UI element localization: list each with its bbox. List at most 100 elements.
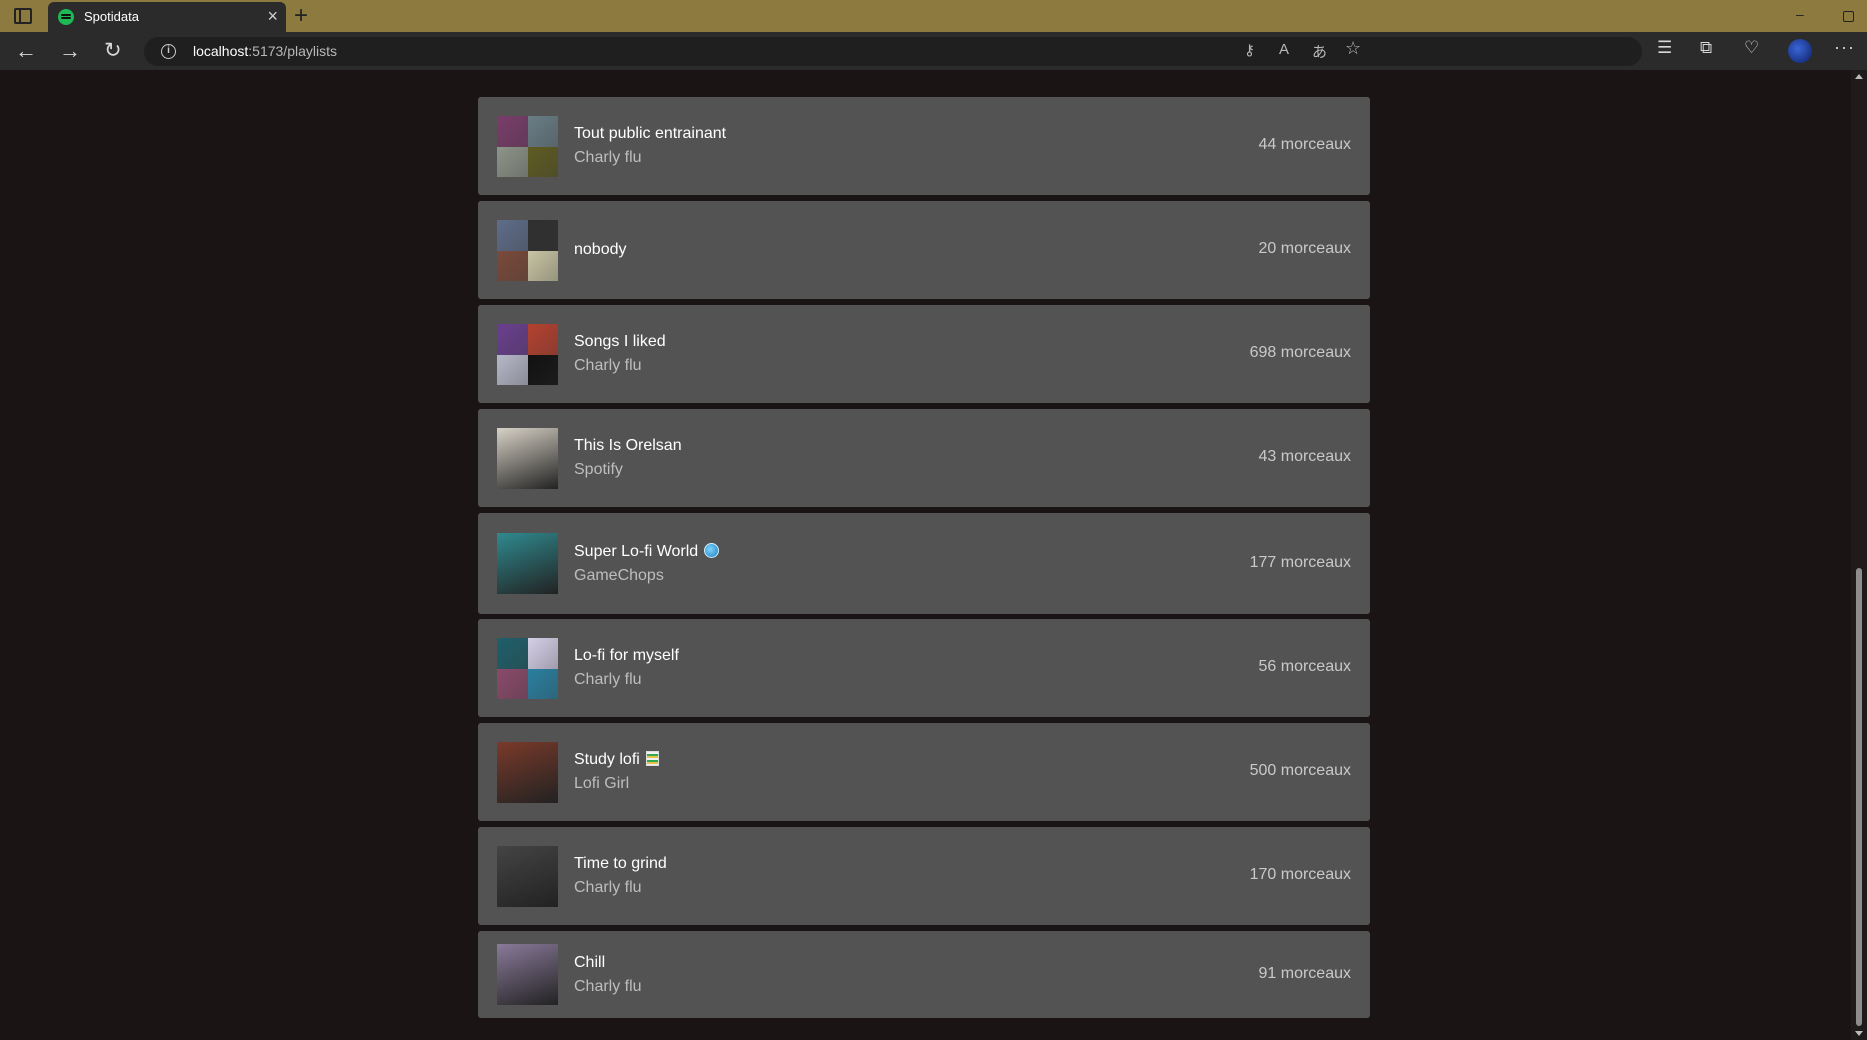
- playlist-info: Study lofi Lofi Girl: [574, 749, 659, 795]
- playlist-card[interactable]: Chill Charly flu 91 morceaux: [478, 931, 1370, 1018]
- browser-tab[interactable]: Spotidata ×: [48, 2, 286, 32]
- playlist-card[interactable]: This Is Orelsan Spotify 43 morceaux: [478, 409, 1370, 507]
- playlist-card[interactable]: Time to grind Charly flu 170 morceaux: [478, 827, 1370, 925]
- playlist-card[interactable]: Lo-fi for myself Charly flu 56 morceaux: [478, 619, 1370, 717]
- tab-close-icon[interactable]: ×: [267, 6, 278, 26]
- cover-tile: [527, 250, 558, 281]
- reload-button[interactable]: ↻: [104, 38, 122, 64]
- globe-emoji-icon: [704, 543, 720, 558]
- back-button[interactable]: ←: [15, 38, 37, 64]
- playlist-name[interactable]: This Is Orelsan: [574, 435, 682, 457]
- playlist-info: Super Lo-fi World GameChops: [574, 541, 720, 587]
- url-path: :5173/playlists: [248, 43, 337, 59]
- new-tab-button[interactable]: +: [294, 3, 308, 29]
- profile-avatar[interactable]: [1788, 39, 1812, 63]
- playlist-name[interactable]: Songs I liked: [574, 331, 666, 353]
- books-emoji-icon: [645, 751, 659, 766]
- playlist-cover-image: [497, 428, 558, 489]
- playlist-name-text: nobody: [574, 241, 627, 258]
- favorite-star-icon[interactable]: ☆: [1345, 38, 1361, 59]
- restore-button[interactable]: [1843, 11, 1854, 22]
- playlist-card[interactable]: Super Lo-fi World GameChops 177 morceaux: [478, 513, 1370, 614]
- playlist-owner: GameChops: [574, 567, 664, 584]
- playlist-info: Chill Charly flu: [574, 952, 642, 998]
- playlist-track-count: 56 morceaux: [1258, 658, 1352, 675]
- playlist-info: Lo-fi for myself Charly flu: [574, 645, 679, 691]
- playlist-name[interactable]: Chill: [574, 952, 642, 974]
- playlist-owner: Spotify: [574, 461, 623, 478]
- playlist-name[interactable]: Study lofi: [574, 749, 659, 771]
- playlist-owner: Lofi Girl: [574, 775, 630, 792]
- playlist-cover-image: [497, 638, 558, 699]
- playlist-cover-image: [497, 742, 558, 803]
- page-scrollbar[interactable]: [1851, 70, 1867, 1040]
- cover-tile: [527, 638, 558, 669]
- cover-tile: [497, 324, 528, 355]
- playlist-info: nobody: [574, 239, 627, 261]
- browser-toolbar: ← → ↻ i localhost:5173/playlists ⚷ A あ ☆…: [0, 32, 1867, 70]
- playlist-card[interactable]: nobody 20 morceaux: [478, 201, 1370, 299]
- tab-title: Spotidata: [84, 9, 139, 24]
- playlist-name-text: Lo-fi for myself: [574, 647, 679, 664]
- address-bar[interactable]: i localhost:5173/playlists ⚷ A あ ☆: [144, 37, 1642, 66]
- cover-tile: [527, 220, 558, 251]
- cover-tile: [527, 324, 558, 355]
- playlist-cover-image: [497, 533, 558, 594]
- cover-tile: [497, 116, 528, 147]
- playlist-name-text: Chill: [574, 954, 606, 971]
- playlist-name-text: Songs I liked: [574, 333, 666, 350]
- playlist-track-count: 170 morceaux: [1249, 866, 1351, 883]
- playlist-owner: Charly flu: [574, 978, 642, 995]
- cover-tile: [497, 354, 528, 385]
- playlist-name[interactable]: Lo-fi for myself: [574, 645, 679, 667]
- playlist-owner: Charly flu: [574, 879, 642, 896]
- playlist-owner: Charly flu: [574, 357, 642, 374]
- playlist-info: Time to grind Charly flu: [574, 853, 667, 899]
- performance-icon[interactable]: ♡: [1744, 38, 1759, 58]
- password-key-icon[interactable]: ⚷: [1244, 41, 1255, 59]
- browser-title-bar: Spotidata × + –: [0, 0, 1867, 32]
- playlist-name[interactable]: Time to grind: [574, 853, 667, 875]
- cover-tile: [497, 668, 528, 699]
- read-aloud-icon[interactable]: A: [1279, 41, 1289, 58]
- more-menu-icon[interactable]: ···: [1834, 37, 1855, 58]
- playlist-name-text: Study lofi: [574, 751, 640, 768]
- playlist-name-text: Time to grind: [574, 855, 667, 872]
- collections-icon[interactable]: ⧉: [1700, 38, 1712, 58]
- playlist-name-text: This Is Orelsan: [574, 437, 682, 454]
- favorites-icon[interactable]: ☰: [1657, 38, 1672, 58]
- playlist-card[interactable]: Songs I liked Charly flu 698 morceaux: [478, 305, 1370, 403]
- playlist-track-count: 91 morceaux: [1258, 965, 1352, 982]
- playlist-owner: Charly flu: [574, 149, 642, 166]
- cover-tile: [527, 668, 558, 699]
- playlist-track-count: 44 morceaux: [1258, 136, 1352, 153]
- cover-tile: [497, 220, 528, 251]
- url-text[interactable]: localhost:5173/playlists: [193, 43, 337, 59]
- playlist-card[interactable]: Study lofi Lofi Girl 500 morceaux: [478, 723, 1370, 821]
- playlist-track-count: 500 morceaux: [1249, 762, 1351, 779]
- playlist-name[interactable]: Tout public entrainant: [574, 123, 726, 145]
- minimize-button[interactable]: –: [1796, 6, 1804, 22]
- playlist-name[interactable]: nobody: [574, 239, 627, 261]
- scroll-down-arrow-icon[interactable]: [1855, 1031, 1863, 1036]
- cover-tile: [497, 146, 528, 177]
- cover-tile: [527, 146, 558, 177]
- scroll-up-arrow-icon[interactable]: [1855, 74, 1863, 79]
- scroll-thumb[interactable]: [1856, 568, 1862, 1026]
- playlist-track-count: 177 morceaux: [1249, 554, 1351, 571]
- playlist-cover-image: [497, 846, 558, 907]
- playlist-track-count: 43 morceaux: [1258, 448, 1352, 465]
- playlist-info: Songs I liked Charly flu: [574, 331, 666, 377]
- playlist-owner: Charly flu: [574, 671, 642, 688]
- playlist-cover-image: [497, 220, 558, 281]
- translate-icon[interactable]: あ: [1312, 41, 1327, 62]
- playlist-name[interactable]: Super Lo-fi World: [574, 541, 720, 563]
- playlist-name-text: Super Lo-fi World: [574, 543, 699, 560]
- playlist-card[interactable]: Tout public entrainant Charly flu 44 morce…: [478, 97, 1370, 195]
- cover-tile: [497, 250, 528, 281]
- playlist-track-count: 698 morceaux: [1249, 344, 1351, 361]
- forward-button[interactable]: →: [59, 38, 81, 64]
- cover-tile: [497, 638, 528, 669]
- site-info-icon[interactable]: i: [161, 44, 176, 59]
- sidebar-toggle-icon[interactable]: [14, 8, 32, 24]
